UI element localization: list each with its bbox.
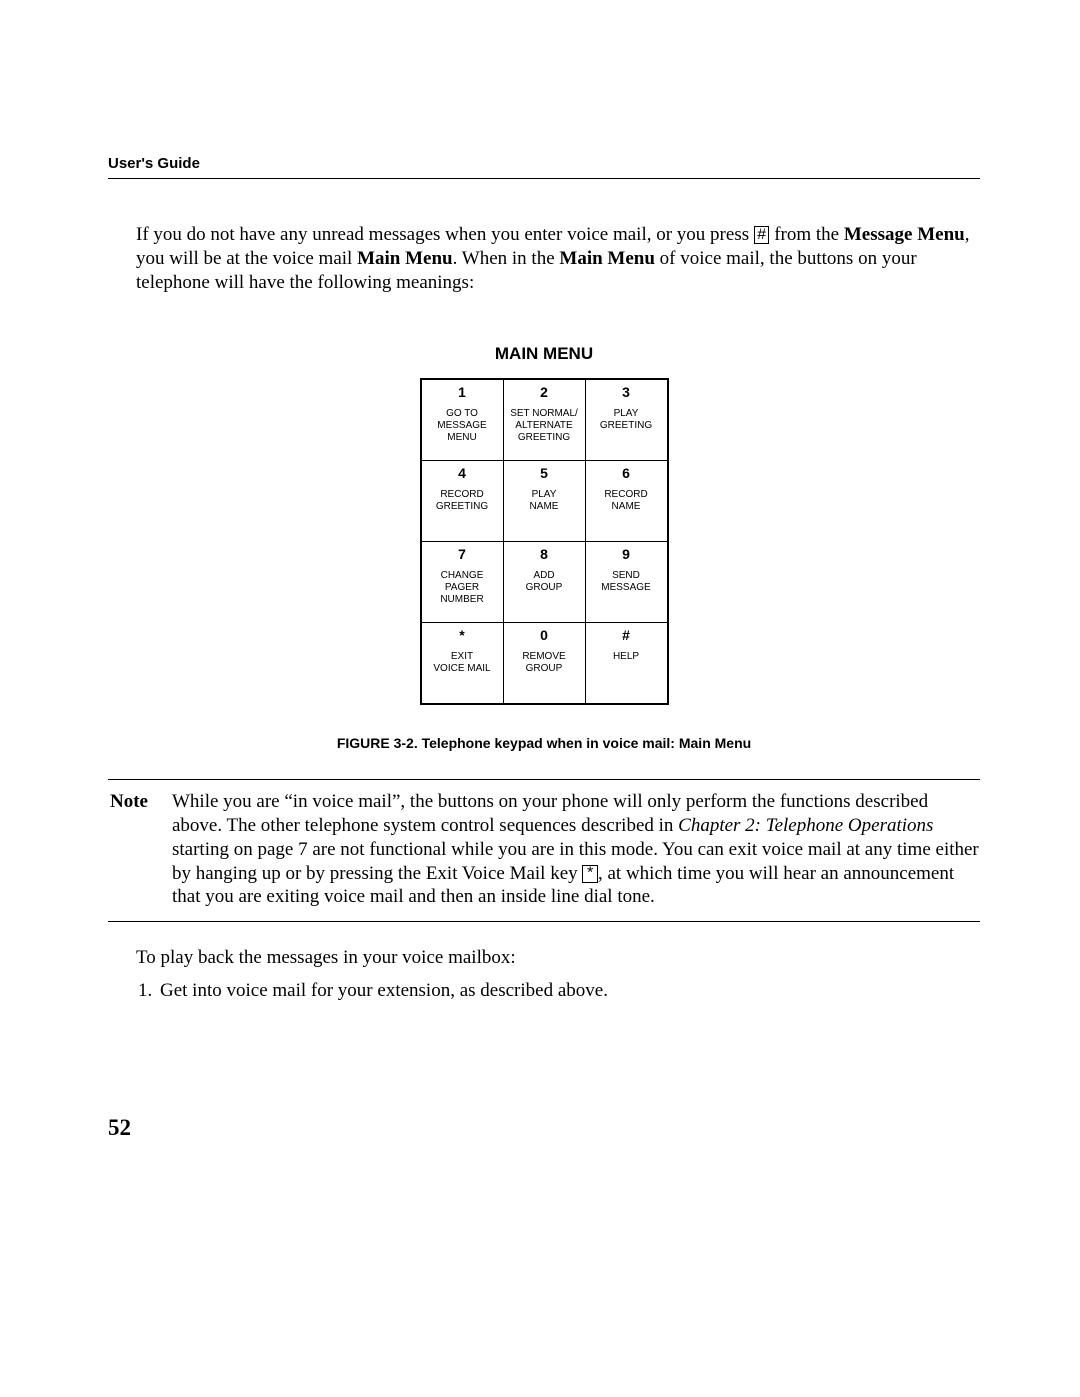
- table-row: 1 GO TO MESSAGE MENU 2 SET NORMAL/ ALTER…: [421, 379, 668, 461]
- key-number: 7: [424, 546, 501, 562]
- table-row: * EXIT VOICE MAIL 0 REMOVE GROUP # HELP: [421, 623, 668, 705]
- key-number: 3: [588, 384, 665, 400]
- post-note-section: To play back the messages in your voice …: [136, 944, 980, 1005]
- keypad-key-7: 7 CHANGE PAGER NUMBER: [421, 542, 504, 623]
- key-label: EXIT VOICE MAIL: [424, 651, 501, 675]
- playback-intro: To play back the messages in your voice …: [136, 944, 980, 973]
- keypad-key-3: 3 PLAY GREETING: [585, 379, 668, 461]
- key-number: 4: [424, 465, 501, 481]
- key-number: 5: [506, 465, 583, 481]
- key-label: GO TO MESSAGE MENU: [424, 408, 501, 444]
- key-label: RECORD GREETING: [424, 489, 501, 513]
- keypad-key-5: 5 PLAY NAME: [503, 461, 585, 542]
- key-number: 0: [506, 627, 583, 643]
- intro-bold: Message Menu: [844, 224, 965, 245]
- key-label: PLAY GREETING: [588, 408, 665, 432]
- table-row: 4 RECORD GREETING 5 PLAY NAME 6 RECORD N…: [421, 461, 668, 542]
- figure-caption: FIGURE 3-2. Telephone keypad when in voi…: [108, 735, 980, 751]
- list-number: 1.: [138, 977, 160, 1006]
- running-header: User's Guide: [108, 155, 980, 172]
- page-number: 52: [108, 1115, 131, 1141]
- keypad-key-star: * EXIT VOICE MAIL: [421, 623, 504, 705]
- intro-paragraph: If you do not have any unread messages w…: [136, 223, 980, 294]
- intro-text: . When in the: [453, 248, 560, 269]
- key-number: 8: [506, 546, 583, 562]
- key-label: CHANGE PAGER NUMBER: [424, 570, 501, 606]
- keypad-figure: MAIN MENU 1 GO TO MESSAGE MENU 2 SET NOR…: [108, 344, 980, 705]
- list-text: Get into voice mail for your extension, …: [160, 980, 608, 1001]
- key-number: 2: [506, 384, 583, 400]
- key-label: SEND MESSAGE: [588, 570, 665, 594]
- keypad-key-1: 1 GO TO MESSAGE MENU: [421, 379, 504, 461]
- note-body: While you are “in voice mail”, the butto…: [172, 790, 980, 909]
- note-block: Note While you are “in voice mail”, the …: [108, 779, 980, 922]
- key-number: #: [588, 627, 665, 643]
- key-label: RECORD NAME: [588, 489, 665, 513]
- keypad-key-hash: # HELP: [585, 623, 668, 705]
- key-label: PLAY NAME: [506, 489, 583, 513]
- intro-text: If you do not have any unread messages w…: [136, 224, 754, 245]
- table-row: 7 CHANGE PAGER NUMBER 8 ADD GROUP 9 SEND…: [421, 542, 668, 623]
- hash-key-icon: #: [754, 226, 770, 244]
- key-number: 1: [424, 384, 501, 400]
- key-label: HELP: [588, 651, 665, 663]
- keypad-key-9: 9 SEND MESSAGE: [585, 542, 668, 623]
- keypad-key-6: 6 RECORD NAME: [585, 461, 668, 542]
- star-key-icon: *: [582, 865, 598, 883]
- page: User's Guide If you do not have any unre…: [0, 0, 1080, 1397]
- note-label: Note: [110, 790, 172, 909]
- key-label: SET NORMAL/ ALTERNATE GREETING: [506, 408, 583, 444]
- chapter-reference: Chapter 2: Telephone Operations: [678, 815, 933, 836]
- keypad-key-2: 2 SET NORMAL/ ALTERNATE GREETING: [503, 379, 585, 461]
- key-number: 9: [588, 546, 665, 562]
- intro-text: from the: [769, 224, 843, 245]
- keypad-title: MAIN MENU: [108, 344, 980, 364]
- key-label: REMOVE GROUP: [506, 651, 583, 675]
- header-rule: [108, 178, 980, 179]
- keypad-key-0: 0 REMOVE GROUP: [503, 623, 585, 705]
- list-item: 1.Get into voice mail for your extension…: [138, 977, 980, 1006]
- key-number: *: [424, 627, 501, 643]
- keypad-key-4: 4 RECORD GREETING: [421, 461, 504, 542]
- key-number: 6: [588, 465, 665, 481]
- keypad-key-8: 8 ADD GROUP: [503, 542, 585, 623]
- intro-bold: Main Menu: [559, 248, 655, 269]
- keypad-table: 1 GO TO MESSAGE MENU 2 SET NORMAL/ ALTER…: [420, 378, 669, 705]
- key-label: ADD GROUP: [506, 570, 583, 594]
- intro-bold: Main Menu: [357, 248, 453, 269]
